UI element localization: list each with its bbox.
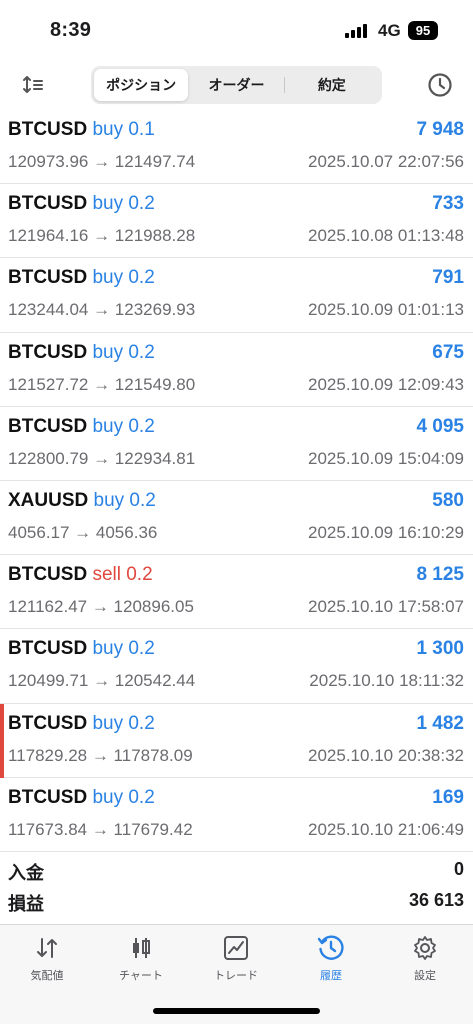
deal-time: 2025.10.10 18:11:32 (309, 671, 464, 691)
deal-row[interactable]: BTCUSD buy 0.2 169 117673.84 → 117679.42… (0, 778, 473, 852)
deal-symbol: BTCUSD (8, 786, 88, 808)
history-clock-icon (291, 933, 371, 963)
gear-icon (385, 933, 465, 963)
tab-quotes[interactable]: 気配値 (7, 933, 87, 989)
deal-row[interactable]: BTCUSD buy 0.1 7 948 120973.96 → 121497.… (0, 110, 473, 185)
pnl-value: 36 613 (408, 890, 464, 910)
battery-icon: 95 (408, 21, 438, 40)
deal-row[interactable]: BTCUSD buy 0.2 791 123244.04 → 123269.93… (0, 258, 473, 333)
deal-profit: 8 125 (416, 564, 464, 586)
deposit-label: 入金 (8, 863, 44, 883)
trade-chart-icon (196, 933, 276, 963)
deal-row[interactable]: BTCUSD buy 0.2 675 121527.72 → 121549.80… (0, 333, 473, 407)
tab-history[interactable]: 履歴 (291, 933, 371, 989)
tab-label: トレード (214, 970, 258, 982)
deal-profit: 580 (432, 489, 464, 511)
view-segmented-control: ポジション オーダー 約定 (91, 66, 382, 104)
row-marker (0, 703, 4, 778)
clock-icon[interactable] (425, 70, 455, 100)
deal-symbol: BTCUSD (8, 119, 88, 140)
deal-side-volume: buy 0.2 (92, 267, 155, 289)
home-indicator (153, 1008, 320, 1014)
deals-list: BTCUSD buy 0.1 7 948 120973.96 → 121497.… (0, 110, 473, 852)
deal-symbol: BTCUSD (8, 415, 88, 437)
deal-time: 2025.10.09 16:10:29 (308, 522, 464, 542)
deal-profit: 169 (432, 786, 464, 808)
deal-prices: 123244.04 → 123269.93 (8, 300, 196, 320)
network-label: 4G (378, 21, 401, 40)
deal-side-volume: sell 0.2 (92, 564, 153, 586)
signal-icon (345, 24, 371, 38)
deal-profit: 1 482 (416, 712, 464, 734)
deal-profit: 675 (432, 341, 464, 363)
deal-prices: 120973.96 → 121497.74 (8, 152, 196, 171)
deal-prices: 117829.28 → 117878.09 (8, 745, 193, 765)
deal-symbol: BTCUSD (8, 193, 88, 215)
tab-trade[interactable]: トレード (196, 933, 276, 989)
tab-label: チャート (119, 970, 163, 982)
deal-prices: 4056.17 → 4056.36 (8, 522, 158, 542)
deal-profit: 791 (432, 267, 464, 289)
deal-time: 2025.10.10 20:38:32 (308, 745, 464, 765)
deal-row[interactable]: BTCUSD buy 0.2 733 121964.16 → 121988.28… (0, 184, 473, 259)
deal-row[interactable]: XAUUSD buy 0.2 580 4056.17 → 4056.36 202… (0, 481, 473, 556)
deal-prices: 120499.71 → 120542.44 (8, 671, 196, 691)
deal-symbol: XAUUSD (8, 489, 89, 511)
tab-label: 履歴 (320, 970, 342, 982)
deal-symbol: BTCUSD (8, 341, 88, 363)
sort-icon[interactable] (18, 71, 48, 99)
status-bar: 8:39 4G 95 (0, 0, 473, 62)
deal-row[interactable]: BTCUSD buy 0.2 1 300 120499.71 → 120542.… (0, 629, 473, 704)
deal-symbol: BTCUSD (8, 267, 88, 289)
candlestick-icon (101, 933, 181, 963)
deal-side-volume: buy 0.2 (92, 193, 155, 215)
tab-deals[interactable]: 約定 (285, 69, 379, 101)
deposit-value: 0 (453, 859, 464, 879)
tab-label: 気配値 (30, 970, 64, 982)
deal-time: 2025.10.09 12:09:43 (308, 374, 464, 394)
deal-side-volume: buy 0.2 (93, 489, 156, 511)
deal-time: 2025.10.10 21:06:49 (308, 819, 464, 839)
tab-positions[interactable]: ポジション (94, 69, 189, 101)
deal-side-volume: buy 0.2 (92, 786, 155, 808)
deal-time: 2025.10.09 15:04:09 (308, 448, 464, 468)
deal-prices: 121527.72 → 121549.80 (8, 374, 196, 394)
pnl-label: 損益 (8, 894, 44, 914)
deal-side-volume: buy 0.2 (92, 341, 155, 363)
deal-symbol: BTCUSD (8, 564, 88, 586)
deal-prices: 121162.47 → 120896.05 (8, 597, 194, 617)
deal-time: 2025.10.09 01:01:13 (308, 300, 464, 320)
deal-time: 2025.10.10 17:58:07 (308, 597, 464, 617)
deal-symbol: BTCUSD (8, 638, 88, 660)
tab-orders[interactable]: オーダー (189, 69, 283, 101)
pnl-row: 損益 36 613 (0, 887, 473, 917)
deposit-row: 入金 0 (0, 856, 473, 886)
deal-time: 2025.10.08 01:13:48 (308, 226, 464, 246)
summary-panel: 入金 0 損益 36 613 (0, 851, 473, 921)
quotes-icon (7, 933, 87, 963)
toolbar: ポジション オーダー 約定 (0, 64, 473, 106)
deal-side-volume: buy 0.1 (92, 119, 155, 140)
status-time: 8:39 (50, 19, 92, 41)
tab-label: 設定 (414, 970, 436, 982)
tab-settings[interactable]: 設定 (385, 933, 465, 989)
tab-chart[interactable]: チャート (101, 933, 181, 989)
deal-side-volume: buy 0.2 (92, 415, 155, 437)
deal-profit: 1 300 (416, 638, 464, 660)
deal-side-volume: buy 0.2 (92, 712, 155, 734)
deal-side-volume: buy 0.2 (92, 638, 155, 660)
deal-prices: 117673.84 → 117679.42 (8, 819, 193, 839)
deal-profit: 4 095 (416, 415, 464, 437)
deal-prices: 121964.16 → 121988.28 (8, 226, 196, 246)
deal-row[interactable]: BTCUSD buy 0.2 4 095 122800.79 → 122934.… (0, 407, 473, 481)
deal-row[interactable]: BTCUSD sell 0.2 8 125 121162.47 → 120896… (0, 555, 473, 630)
deal-prices: 122800.79 → 122934.81 (8, 448, 196, 468)
deal-profit: 733 (432, 193, 464, 215)
deal-time: 2025.10.07 22:07:56 (308, 152, 464, 171)
deal-row[interactable]: BTCUSD buy 0.2 1 482 117829.28 → 117878.… (0, 703, 473, 778)
deal-symbol: BTCUSD (8, 712, 88, 734)
deal-profit: 7 948 (416, 119, 464, 140)
